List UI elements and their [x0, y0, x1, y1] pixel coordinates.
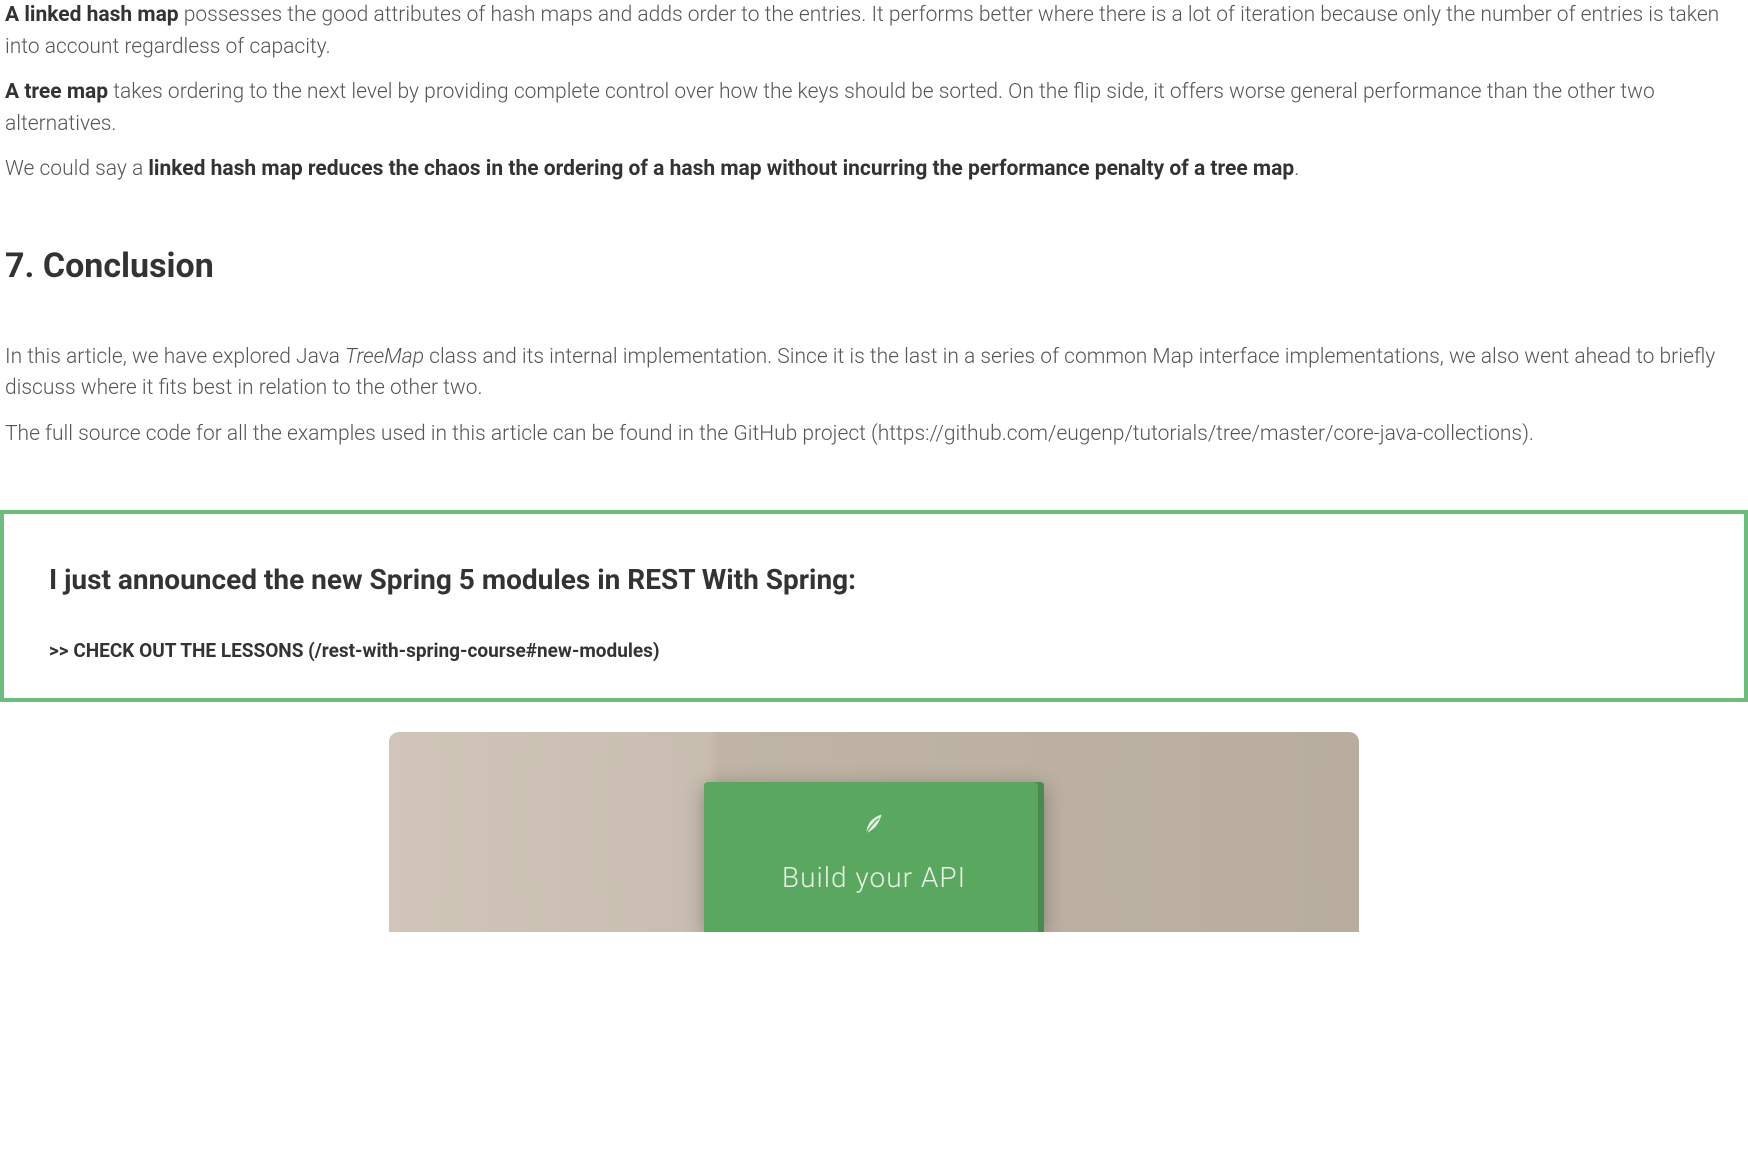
bold-text: A linked hash map	[5, 3, 179, 27]
paragraph-text: .	[1529, 422, 1534, 446]
book-title: Build your API	[782, 857, 966, 899]
callout-link[interactable]: >> CHECK OUT THE LESSONS (/rest-with-spr…	[49, 639, 660, 662]
book-cover: Build your API	[704, 782, 1044, 932]
bold-text: A tree map	[5, 80, 108, 104]
paragraph-text: possesses the good attributes of hash ma…	[5, 3, 1719, 59]
paragraph-summary: We could say a linked hash map reduces t…	[5, 154, 1743, 186]
paragraph-text: We could say a	[5, 157, 148, 181]
paragraph-text: The full source code for all the example…	[5, 422, 733, 446]
callout-box: I just announced the new Spring 5 module…	[0, 510, 1748, 702]
leaf-icon	[859, 807, 889, 837]
conclusion-paragraph-2: The full source code for all the example…	[5, 419, 1743, 451]
book-promo-image[interactable]: Build your API	[389, 732, 1359, 932]
conclusion-heading: 7. Conclusion	[5, 241, 1743, 292]
bold-text: linked hash map reduces the chaos in the…	[148, 157, 1294, 181]
paragraph-tree-map: A tree map takes ordering to the next le…	[5, 77, 1743, 140]
paragraph-text: .	[1294, 157, 1299, 181]
conclusion-paragraph-1: In this article, we have explored Java T…	[5, 342, 1743, 405]
paragraph-linked-hash-map: A linked hash map possesses the good att…	[5, 0, 1743, 63]
paragraph-text: takes ordering to the next level by prov…	[5, 80, 1655, 136]
italic-text: TreeMap	[345, 345, 424, 369]
github-link[interactable]: GitHub project (https://github.com/eugen…	[733, 422, 1529, 446]
paragraph-text: In this article, we have explored Java	[5, 345, 345, 369]
callout-title: I just announced the new Spring 5 module…	[49, 559, 1699, 601]
